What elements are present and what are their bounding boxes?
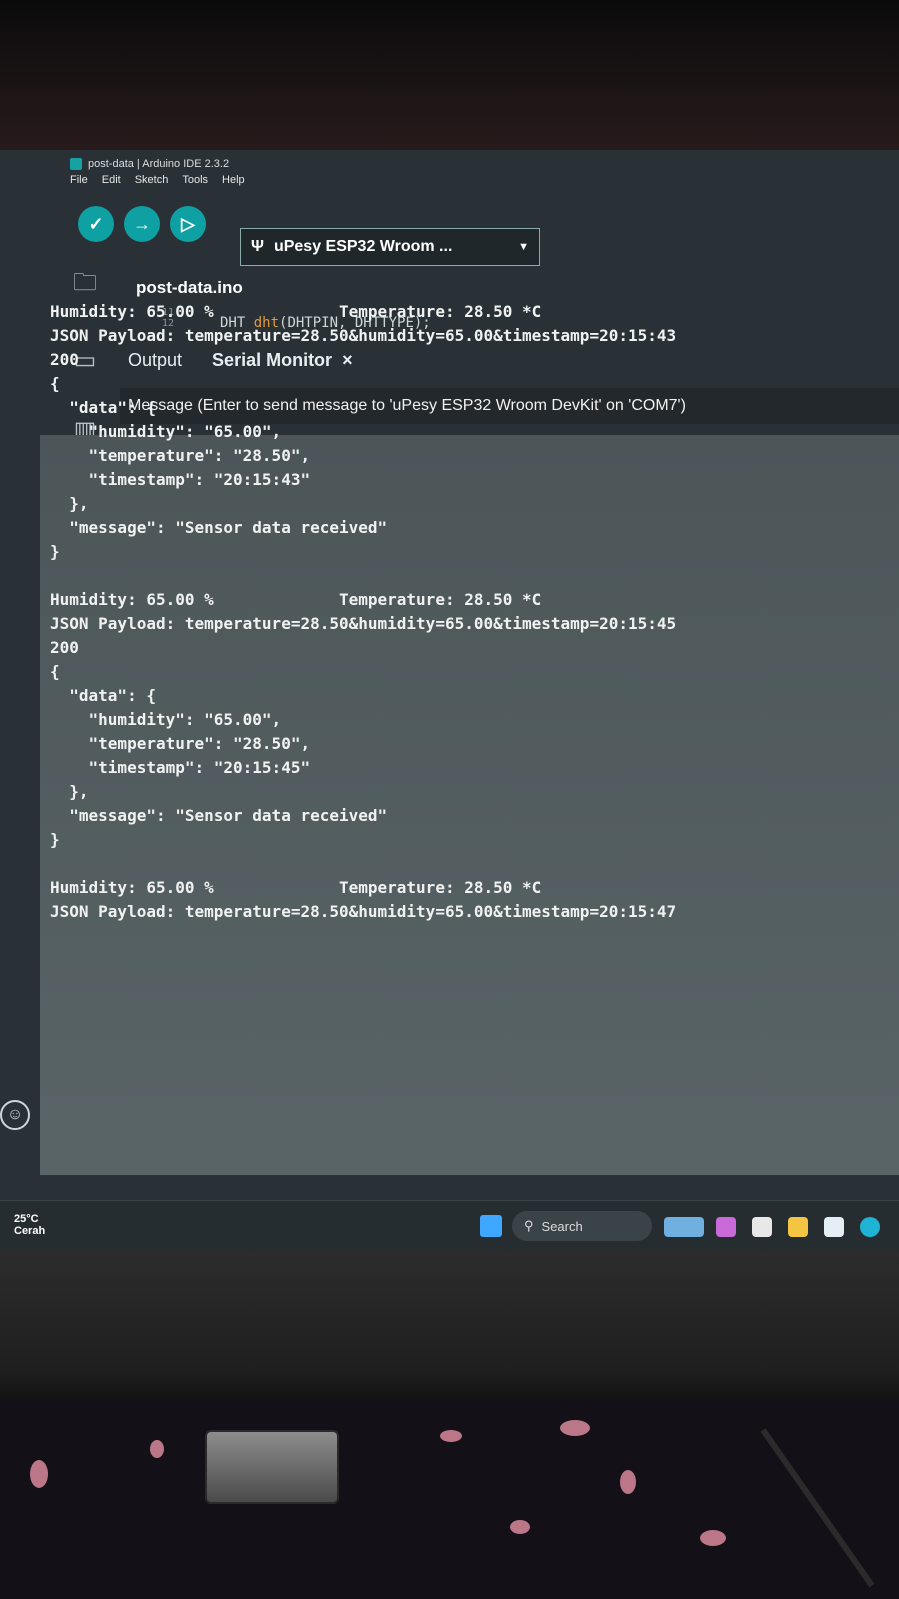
serial-log-line: "data": { [50,686,156,705]
serial-log-line: "data": { [50,398,156,417]
serial-log-line: { [50,374,60,393]
edge-icon[interactable] [860,1217,880,1237]
taskbar-search[interactable]: ⚲ Search [512,1211,652,1241]
account-icon[interactable]: ☺ [0,1100,30,1130]
menu-sketch[interactable]: Sketch [135,174,169,186]
search-icon: ⚲ [524,1218,534,1233]
weather-temp: 25°C [14,1213,39,1225]
upload-button[interactable]: → [124,206,160,242]
serial-log-line: JSON Payload: temperature=28.50&humidity… [50,326,677,345]
folder-icon[interactable]: 🗀 [68,269,102,300]
serial-log-line: Humidity: 65.00 % Temperature: 28.50 *C [50,590,542,609]
background-top [0,0,899,160]
serial-log-line: 200 [50,638,79,657]
board-name: uPesy ESP32 Wroom ... [273,238,453,255]
serial-log-line: "message": "Sensor data received" [50,518,388,537]
serial-log-line: "temperature": "28.50", [50,734,311,753]
chevron-down-icon: ▼ [518,241,529,253]
serial-log-line: JSON Payload: temperature=28.50&humidity… [50,614,677,633]
usb-icon: Ψ [251,238,264,255]
window-title: post-data | Arduino IDE 2.3.2 [88,158,230,170]
verify-button[interactable]: ✓ [78,206,114,242]
serial-log: Humidity: 65.00 % Temperature: 28.50 *C J… [50,300,890,924]
serial-log-line: Humidity: 65.00 % Temperature: 28.50 *C [50,878,542,897]
serial-log-line: } [50,542,60,561]
serial-log-line: { [50,662,60,681]
toolbar: ✓ → ▷ [78,206,206,242]
menu-bar: File Edit Sketch Tools Help [70,174,245,186]
serial-log-line [50,852,890,876]
serial-log-line [50,564,890,588]
menu-tools[interactable]: Tools [182,174,208,186]
serial-log-line: JSON Payload: temperature=28.50&humidity… [50,902,677,921]
store-icon[interactable] [824,1217,844,1237]
taskbar: 25°C Cerah ⚲ Search [0,1200,899,1253]
menu-edit[interactable]: Edit [102,174,121,186]
search-label: Search [541,1218,583,1234]
serial-log-line: "message": "Sensor data received" [50,806,388,825]
serial-log-line: "timestamp": "20:15:45" [50,758,311,777]
app-icon[interactable] [752,1217,772,1237]
arduino-logo-icon [70,158,82,170]
title-bar: post-data | Arduino IDE 2.3.2 [70,156,229,172]
serial-log-line: Humidity: 65.00 % Temperature: 28.50 *C [50,302,542,321]
usb-drive [205,1430,339,1504]
menu-file[interactable]: File [70,174,88,186]
serial-log-line: 200 [50,350,79,369]
serial-log-line: } [50,830,60,849]
file-tab[interactable]: post-data.ino [136,278,243,298]
copilot-icon[interactable] [716,1217,736,1237]
serial-log-line: "timestamp": "20:15:43" [50,470,311,489]
serial-log-line: }, [50,494,89,513]
serial-log-line: }, [50,782,89,801]
debug-button[interactable]: ▷ [170,206,206,242]
weather-widget[interactable]: 25°C Cerah [14,1213,45,1237]
menu-help[interactable]: Help [222,174,245,186]
file-explorer-icon[interactable] [788,1217,808,1237]
serial-log-line: "humidity": "65.00", [50,422,282,441]
weather-desc: Cerah [14,1225,46,1237]
board-selector[interactable]: Ψ uPesy ESP32 Wroom ... ▼ [240,228,540,266]
widget-icon[interactable] [664,1217,704,1237]
serial-log-line: "temperature": "28.50", [50,446,311,465]
serial-log-line: "humidity": "65.00", [50,710,282,729]
monitor-bezel [0,1250,899,1400]
windows-start-icon[interactable] [480,1215,502,1237]
